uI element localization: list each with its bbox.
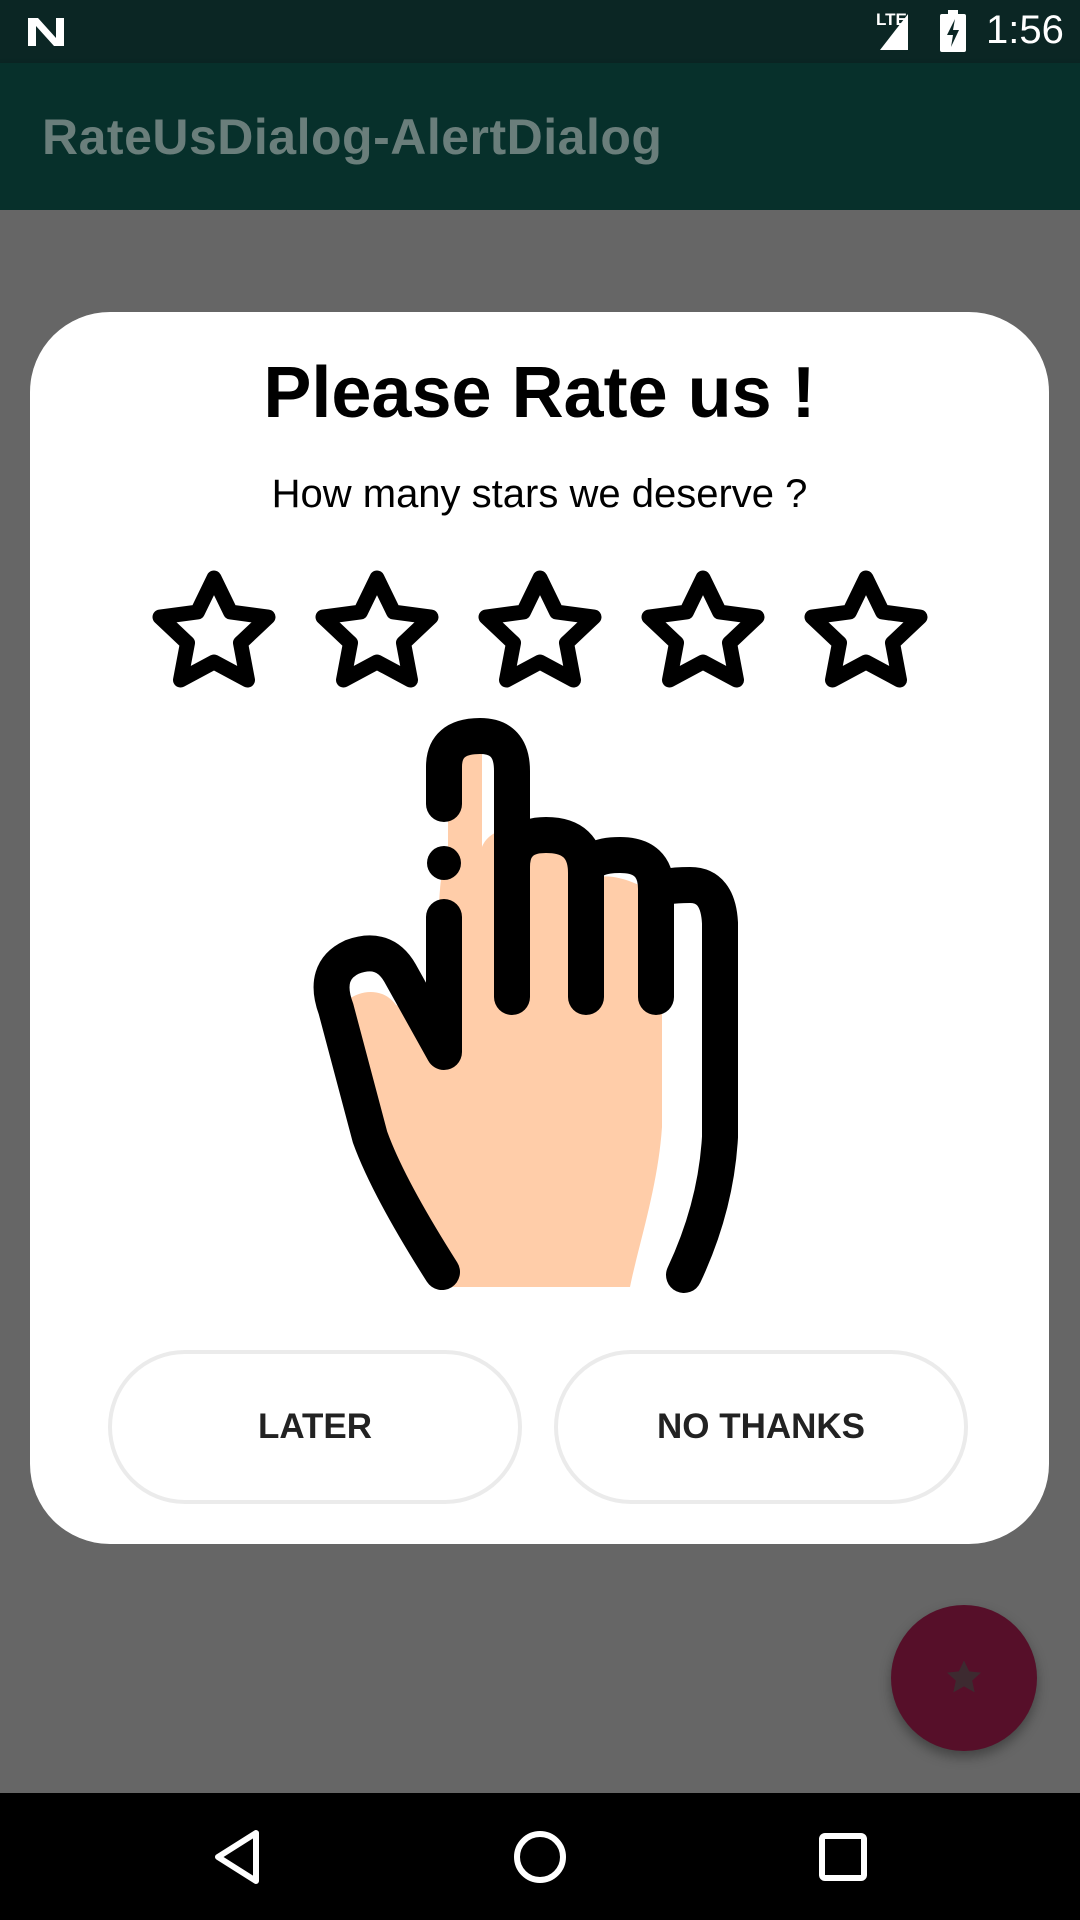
dialog-title: Please Rate us ! bbox=[263, 353, 816, 433]
star-4-icon[interactable] bbox=[633, 564, 773, 704]
app-bar: RateUsDialog-AlertDialog bbox=[0, 63, 1080, 210]
no-thanks-button[interactable]: NO THANKS bbox=[554, 1350, 968, 1504]
signal-icon bbox=[880, 14, 908, 50]
navigation-bar bbox=[0, 1793, 1080, 1920]
dialog-subtitle: How many stars we deserve ? bbox=[271, 472, 808, 516]
rate-us-dialog: Please Rate us ! How many stars we deser… bbox=[30, 312, 1049, 1544]
star-5-icon[interactable] bbox=[796, 564, 936, 704]
star-2-icon[interactable] bbox=[307, 564, 447, 704]
status-bar: LTE 1:56 bbox=[0, 0, 1080, 63]
battery-charging-icon bbox=[940, 10, 966, 52]
star-icon bbox=[947, 1660, 981, 1693]
back-icon[interactable] bbox=[200, 1821, 272, 1893]
pointing-hand-icon bbox=[313, 718, 738, 1293]
home-icon[interactable] bbox=[504, 1821, 576, 1893]
star-1-icon[interactable] bbox=[144, 564, 284, 704]
rate-fab-button[interactable] bbox=[891, 1605, 1037, 1751]
app-title: RateUsDialog-AlertDialog bbox=[42, 109, 663, 165]
star-3-icon[interactable] bbox=[470, 564, 610, 704]
recents-icon[interactable] bbox=[807, 1821, 879, 1893]
later-button[interactable]: LATER bbox=[108, 1350, 522, 1504]
notification-n-icon bbox=[28, 18, 64, 46]
clock: 1:56 bbox=[986, 8, 1064, 52]
